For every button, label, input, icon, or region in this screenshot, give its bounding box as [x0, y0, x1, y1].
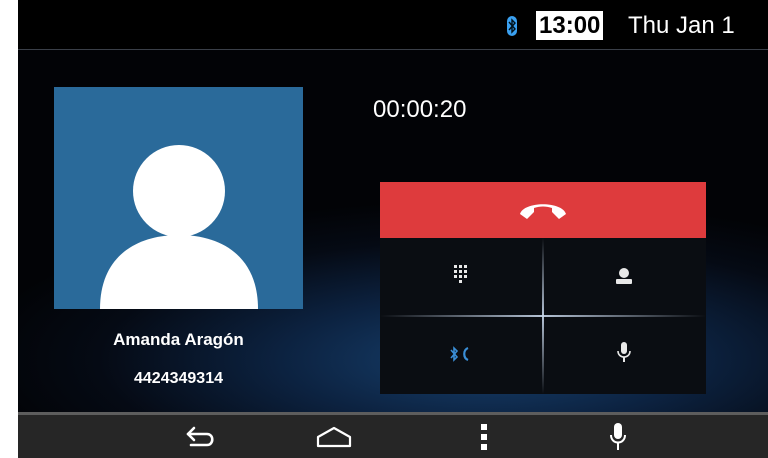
navigation-bar	[18, 412, 768, 458]
contact-avatar	[54, 87, 303, 309]
voice-icon	[610, 422, 626, 450]
phone-hangup-icon	[520, 204, 566, 219]
bluetooth-audio-button[interactable]	[380, 316, 543, 394]
contact-icon	[616, 268, 632, 284]
voice-button[interactable]	[588, 415, 648, 458]
call-duration: 00:00:20	[373, 96, 467, 123]
call-screen: 13:00 Thu Jan 1 Amanda Aragón 4424349314…	[18, 0, 768, 458]
microphone-icon	[617, 342, 631, 362]
status-bar: 13:00 Thu Jan 1	[18, 0, 768, 50]
microphone-button[interactable]	[543, 316, 706, 394]
home-icon	[316, 426, 352, 447]
menu-icon	[481, 423, 487, 450]
home-button[interactable]	[304, 415, 364, 458]
dialpad-button[interactable]	[380, 238, 543, 316]
bluetooth-icon	[507, 16, 517, 36]
bluetooth-audio-icon	[450, 346, 469, 362]
grid-divider-vertical	[542, 238, 544, 394]
person-silhouette-icon	[100, 145, 258, 309]
contact-button[interactable]	[543, 238, 706, 316]
dialpad-icon	[454, 265, 467, 283]
menu-button[interactable]	[454, 415, 514, 458]
back-button[interactable]	[171, 415, 231, 458]
status-bar-divider	[18, 49, 768, 50]
clock: 13:00	[536, 11, 604, 40]
date-label: Thu Jan 1	[628, 12, 735, 39]
contact-name: Amanda Aragón	[113, 330, 244, 349]
back-icon	[186, 426, 214, 446]
contact-number: 4424349314	[134, 370, 223, 387]
end-call-button[interactable]	[380, 182, 706, 238]
call-controls	[380, 238, 706, 394]
